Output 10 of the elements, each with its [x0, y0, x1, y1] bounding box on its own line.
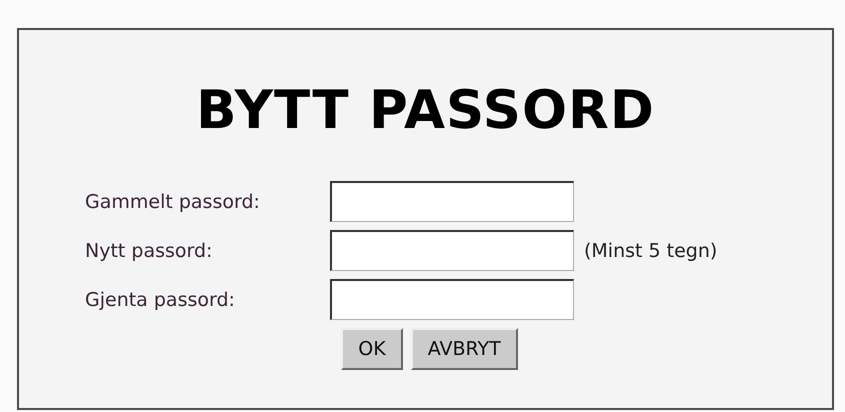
cancel-button[interactable]: AVBRYT	[410, 328, 518, 370]
password-field[interactable]	[330, 279, 574, 320]
page-title: BYTT PASSORD	[196, 80, 655, 141]
ok-button[interactable]: OK	[341, 328, 403, 370]
field-label: Nytt passord:	[85, 240, 214, 262]
password-field[interactable]	[330, 181, 574, 222]
password-field[interactable]	[330, 230, 574, 271]
field-label: Gjenta passord:	[85, 288, 236, 310]
field-label: Gammelt passord:	[85, 190, 261, 212]
field-hint: (Minst 5 tegn)	[584, 240, 718, 262]
